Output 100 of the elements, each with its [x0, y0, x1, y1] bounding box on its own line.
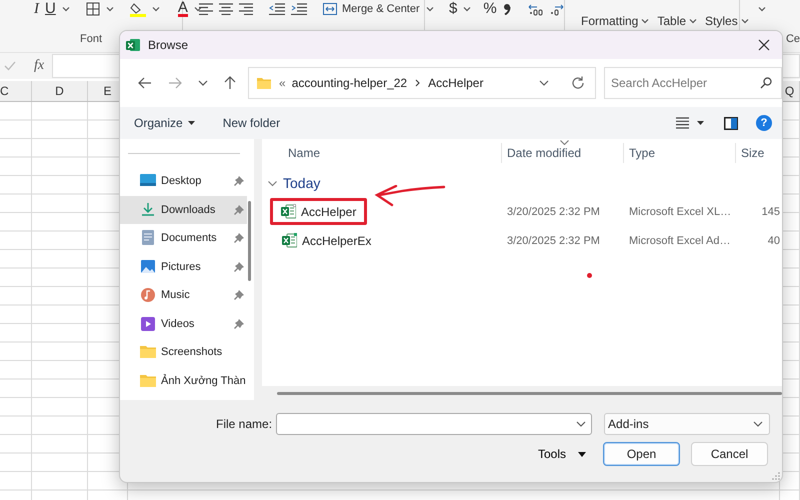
chevron-icon — [641, 18, 650, 24]
date-cell-text: 3/20/2025 2:32 PM — [506, 206, 601, 218]
check-icon[interactable] — [4, 61, 16, 71]
borders-icon[interactable] — [86, 2, 100, 16]
chevron-icon[interactable] — [198, 80, 208, 86]
search-field[interactable]: Search AccHelper — [604, 67, 782, 99]
folder-icon — [140, 372, 156, 389]
styles-menu-button[interactable]: Styles — [705, 14, 749, 28]
comma-style-icon[interactable] — [502, 3, 511, 15]
currency-button[interactable]: $ — [449, 2, 458, 16]
nav-item[interactable]: Downloads — [120, 196, 247, 224]
dialog-button[interactable]: Open — [603, 442, 680, 466]
document-icon — [140, 230, 156, 246]
chevron-icon[interactable] — [539, 80, 549, 86]
nav-item[interactable]: Documents — [120, 224, 247, 252]
column-header[interactable]: Q — [784, 84, 794, 98]
close-icon[interactable] — [758, 39, 770, 51]
nav-item[interactable]: Videos — [120, 310, 247, 338]
column-header[interactable]: Name — [288, 146, 320, 160]
column-header[interactable]: E — [103, 84, 112, 98]
nav-item[interactable]: Ảnh Xưởng Thàn — [120, 366, 247, 395]
merge-center-button[interactable]: Merge & Center — [323, 3, 420, 15]
organize-button[interactable]: Organize — [126, 114, 203, 132]
up-icon[interactable] — [224, 76, 236, 90]
size-cell-text: 40 — [766, 234, 781, 246]
nav-item[interactable]: Desktop — [120, 167, 247, 196]
back-icon[interactable] — [138, 77, 152, 89]
scrollbar[interactable] — [277, 392, 782, 394]
column-header[interactable]: D — [55, 84, 64, 98]
column-header[interactable]: Type — [629, 146, 656, 160]
refresh-icon[interactable] — [571, 76, 585, 90]
caret-icon — [188, 121, 195, 125]
file-name: AccHelper — [301, 204, 356, 218]
chevron-icon[interactable] — [106, 6, 114, 12]
file-row[interactable]: AccHelperEx 3/20/2025 2:32 PM Microsoft Excel Ad… 40 — [262, 226, 782, 255]
nav-item[interactable]: Screenshots — [120, 338, 247, 366]
address-bar[interactable]: « accounting-helper_22 AccHelper — [248, 67, 596, 99]
chevron-icon[interactable] — [463, 6, 472, 12]
preview-pane-icon[interactable] — [724, 116, 738, 130]
caret-icon[interactable] — [697, 121, 704, 125]
breadcrumb[interactable]: accounting-helper_22 — [292, 76, 408, 90]
styles-menu-button[interactable]: Table — [657, 14, 698, 28]
file-name: AccHelperEx — [302, 234, 372, 248]
size-cell-text: 145 — [760, 206, 781, 218]
tools-button[interactable]: Tools — [534, 447, 590, 461]
file-name-field[interactable] — [276, 413, 592, 435]
help-button[interactable]: ? — [756, 115, 772, 131]
annotation-dot — [587, 273, 592, 278]
music-icon — [140, 287, 156, 304]
resize-grip-icon[interactable] — [772, 472, 780, 480]
breadcrumb-overflow[interactable]: « — [279, 76, 286, 90]
percent-button[interactable]: % — [483, 2, 497, 16]
chevron-icon — [753, 421, 764, 427]
chevron-icon[interactable] — [426, 6, 434, 12]
align-right-icon[interactable] — [239, 3, 253, 15]
new-folder-button[interactable]: New folder — [214, 114, 288, 132]
chevron-icon[interactable] — [194, 6, 202, 12]
folder-icon — [257, 77, 271, 89]
group-header[interactable]: Today — [283, 175, 320, 191]
view-list-icon[interactable] — [676, 117, 689, 129]
file-type-dropdown[interactable]: Add-ins — [604, 413, 770, 435]
nav-item[interactable]: Music — [120, 281, 247, 310]
download-icon — [140, 202, 156, 218]
chevron-icon[interactable] — [152, 6, 160, 12]
chevron-icon[interactable] — [576, 421, 586, 427]
dialog-title: Browse — [148, 38, 188, 52]
decrease-decimal-icon[interactable] — [548, 2, 565, 16]
search-icon[interactable] — [760, 77, 772, 89]
decrease-indent-icon[interactable] — [269, 3, 285, 15]
chevron-icon[interactable] — [758, 6, 766, 12]
picture-icon — [140, 258, 156, 275]
chevron-icon — [689, 18, 698, 24]
chevron-down-icon[interactable] — [268, 178, 277, 188]
group-label: Font — [80, 33, 102, 45]
fill-color-icon[interactable] — [130, 1, 146, 17]
font-color-button[interactable]: A — [178, 2, 188, 16]
nav-item[interactable]: Pictures — [120, 252, 247, 281]
column-header[interactable]: C — [0, 84, 9, 98]
caret-icon — [578, 452, 586, 456]
spreadsheet-file-icon — [281, 204, 296, 219]
styles-menu-button[interactable]: Formatting — [581, 14, 650, 28]
field-label: File name: — [216, 417, 272, 431]
chevron-right-icon — [415, 79, 420, 87]
column-header[interactable]: Size — [741, 146, 764, 160]
column-header[interactable]: Date modified — [507, 146, 582, 160]
increase-decimal-icon[interactable] — [526, 2, 543, 16]
type-cell-text: Microsoft Excel Ad… — [628, 234, 732, 246]
scrollbar[interactable] — [248, 201, 251, 281]
underline-button[interactable]: U — [45, 2, 56, 16]
file-row[interactable]: AccHelper 3/20/2025 2:32 PM Microsoft Excel XL… 145 — [262, 197, 782, 226]
italic-button[interactable]: I — [34, 2, 39, 16]
increase-indent-icon[interactable] — [291, 3, 307, 15]
group-label: Ce — [786, 33, 800, 45]
dialog-button[interactable]: Cancel — [691, 442, 768, 466]
chevron-icon[interactable] — [62, 6, 70, 12]
align-left-icon[interactable] — [199, 3, 213, 15]
align-center-icon[interactable] — [219, 3, 233, 15]
video-icon — [140, 316, 156, 332]
breadcrumb[interactable]: AccHelper — [428, 76, 484, 90]
insert-function-button[interactable]: fx — [34, 58, 44, 74]
